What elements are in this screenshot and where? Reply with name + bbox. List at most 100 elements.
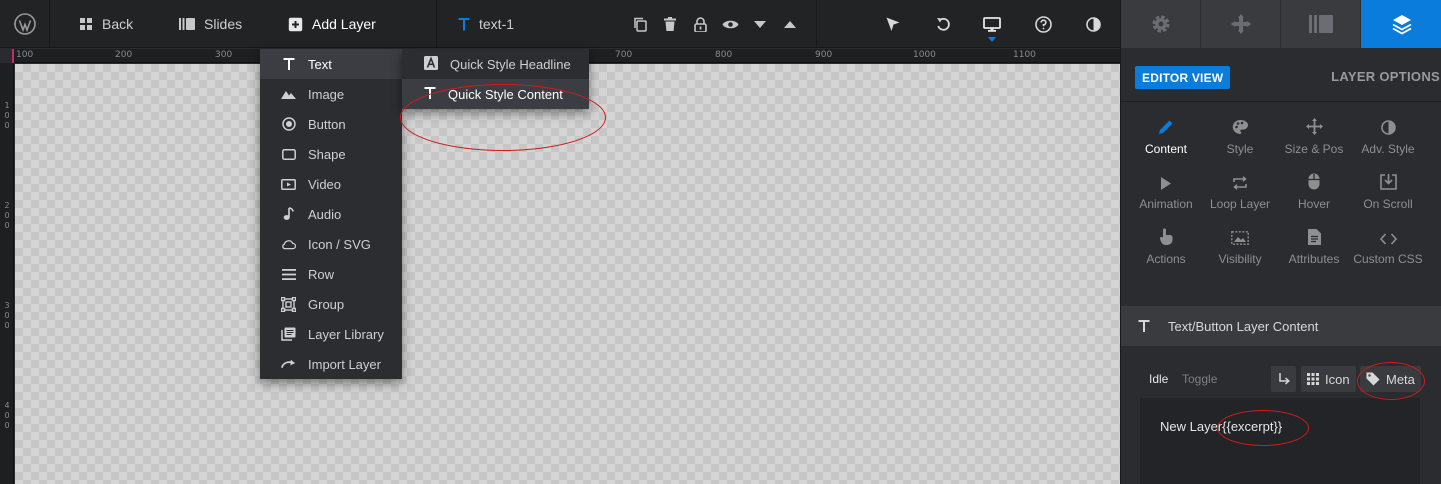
slide-canvas[interactable] [15,64,1120,484]
menu-item-layer-library[interactable]: Layer Library [260,319,402,349]
option-loop-layer[interactable]: Loop Layer [1203,172,1277,227]
theme-contrast-button[interactable] [1078,0,1108,48]
text-layer-icon [458,17,470,30]
option-label: Content [1144,142,1188,156]
tab-idle[interactable]: Idle [1149,372,1168,386]
ruler-tick-label: 1100 [1013,50,1036,60]
menu-item-shape[interactable]: Shape [260,139,402,169]
back-button[interactable]: Back [80,0,133,48]
row-icon [281,267,296,282]
help-icon [1034,15,1052,33]
ruler-tick-label: 900 [815,50,833,60]
pencil-icon [1158,117,1174,135]
select-tool-button[interactable] [878,0,908,48]
ruler-corner [0,49,14,63]
icon-button[interactable]: Icon [1301,366,1356,392]
tab-navigation[interactable] [1201,0,1281,48]
ruler-tick-label: 200 [115,50,133,60]
menu-item-row[interactable]: Row [260,259,402,289]
move-up-button[interactable] [775,0,805,48]
add-layer-button[interactable]: Add Layer [288,0,376,48]
submenu-item-quick-style-content[interactable]: Quick Style Content [402,79,589,109]
import-icon [281,357,296,372]
audio-icon [281,207,296,222]
option-custom-css[interactable]: Custom CSS [1351,227,1425,282]
cursor-icon [886,17,900,31]
slides-button[interactable]: Slides [179,0,242,48]
menu-item-label: Row [308,266,335,282]
menu-item-import-layer[interactable]: Import Layer [260,349,402,379]
option-hover[interactable]: Hover [1277,172,1351,227]
device-desktop-button[interactable] [977,0,1007,48]
wordpress-logo-button[interactable] [0,0,50,48]
menu-item-button[interactable]: Button [260,109,402,139]
slides-label: Slides [204,16,243,32]
selected-layer-name[interactable]: text-1 [458,0,514,48]
menu-item-image[interactable]: Image [260,79,402,109]
help-button[interactable] [1028,0,1058,48]
text-button-content-section-header[interactable]: Text/Button Layer Content [1121,306,1441,346]
lock-button[interactable] [685,0,715,48]
option-label: Animation [1139,197,1193,211]
option-visibility[interactable]: Visibility [1203,227,1277,282]
editor-view-badge[interactable]: EDITOR VIEW [1135,66,1231,89]
menu-item-text[interactable]: Text [260,49,402,79]
ruler-tick-label: 700 [615,50,633,60]
button-icon [281,117,296,132]
top-toolbar: Back Slides Add Layer text-1 [0,0,1120,48]
option-attributes[interactable]: Attributes [1277,227,1351,282]
option-size-pos[interactable]: Size & Pos [1277,117,1351,172]
tab-layers[interactable] [1361,0,1441,48]
option-style[interactable]: Style [1203,117,1277,172]
tab-slides[interactable] [1281,0,1361,48]
tab-toggle[interactable]: Toggle [1182,372,1217,386]
ruler-tick-label: 100 [16,50,34,60]
menu-item-icon-svg[interactable]: Icon / SVG [260,229,402,259]
ruler-tick-label: 800 [715,50,733,60]
layer-option-grid: Content Style Size & Pos Adv. Style Anim… [1129,117,1434,282]
ruler-tick-label: 400 [4,401,10,430]
grid-icon [80,17,92,30]
option-adv-style[interactable]: Adv. Style [1351,117,1425,172]
option-label: Custom CSS [1353,252,1423,266]
headline-icon [424,55,438,73]
menu-item-label: Image [308,86,345,102]
group-icon [281,296,296,312]
tag-icon [1366,372,1380,386]
loop-icon [1232,172,1248,190]
tab-settings[interactable] [1121,0,1201,48]
ruler-tick-label: 1000 [913,50,936,60]
move-down-button[interactable] [745,0,775,48]
menu-item-video[interactable]: Video [260,169,402,199]
icon-button-label: Icon [1325,371,1350,387]
line-break-icon [1278,372,1290,385]
visibility-button[interactable] [715,0,745,48]
option-animation[interactable]: Animation [1129,172,1203,227]
option-label: Adv. Style [1361,142,1415,156]
delete-button[interactable] [655,0,685,48]
duplicate-button[interactable] [625,0,655,48]
option-label: Attributes [1288,252,1340,266]
slides-icon [179,18,195,30]
menu-item-group[interactable]: Group [260,289,402,319]
undo-button[interactable] [928,0,958,48]
gear-icon [1152,15,1169,33]
option-content[interactable]: Content [1129,117,1203,172]
meta-button[interactable]: Meta [1360,366,1421,392]
text-icon [281,57,296,72]
layer-text-editor[interactable]: New Layer{{excerpt}} [1140,398,1420,484]
menu-item-label: Import Layer [308,356,381,372]
option-label: Hover [1297,197,1330,211]
option-actions[interactable]: Actions [1129,227,1203,282]
grid-dots-icon [1307,373,1319,385]
line-break-button[interactable] [1271,366,1296,392]
triangle-up-icon [784,20,796,28]
contrast-icon [1085,16,1101,32]
shape-icon [281,147,296,162]
option-label: Loop Layer [1209,197,1271,211]
menu-item-audio[interactable]: Audio [260,199,402,229]
submenu-item-quick-style-headline[interactable]: Quick Style Headline [402,49,589,79]
menu-item-label: Button [308,116,346,132]
contrast-icon [1380,117,1396,135]
option-on-scroll[interactable]: On Scroll [1351,172,1425,227]
